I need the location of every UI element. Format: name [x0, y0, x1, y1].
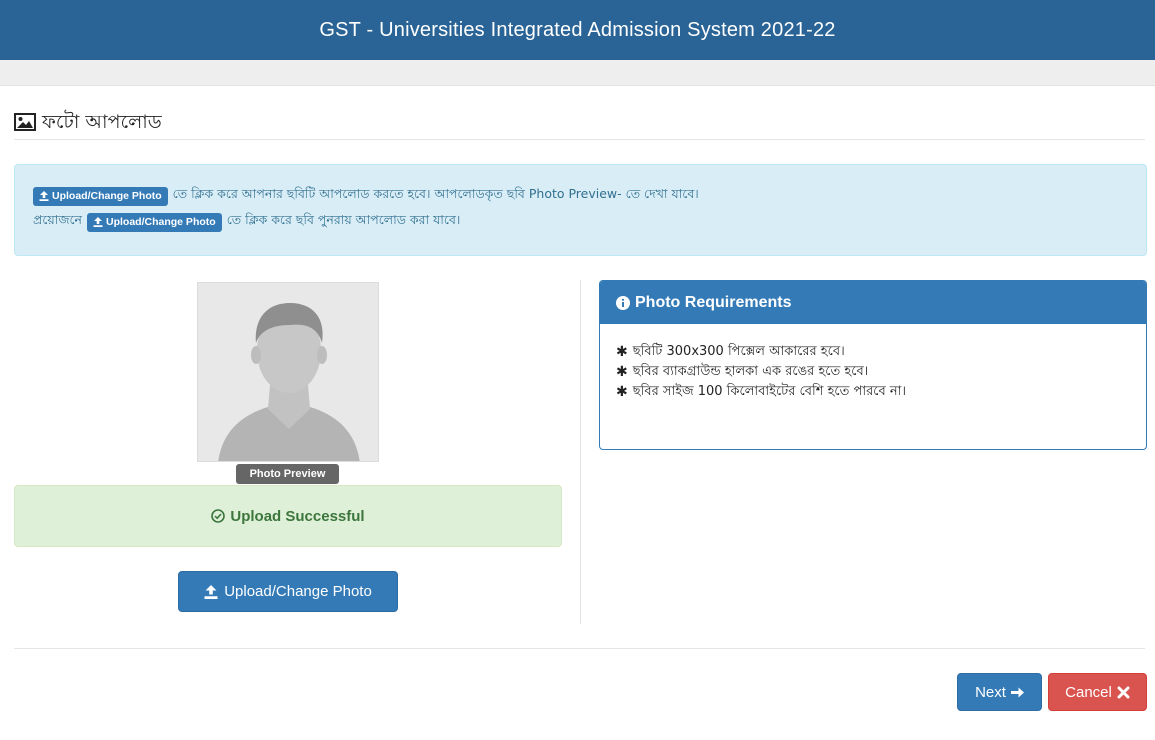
- inline-upload-button-2: Upload/Change Photo: [87, 212, 222, 232]
- asterisk-icon: ✱: [616, 384, 628, 400]
- upload-status-alert: Upload Successful: [14, 485, 562, 547]
- instruction-text-2: তে ক্লিক করে ছবি পুনরায় আপলোড করা যাবে।: [226, 212, 461, 227]
- requirements-column: Photo Requirements ✱ ছবিটি 300x300 পিক্স…: [580, 280, 1147, 624]
- arrow-right-icon: [1010, 687, 1024, 697]
- photo-requirements-panel: Photo Requirements ✱ ছবিটি 300x300 পিক্স…: [599, 280, 1147, 450]
- photo-preview-label: Photo Preview: [236, 464, 339, 484]
- requirement-item: ✱ ছবিটি 300x300 পিক্সেল আকারের হবে।: [616, 342, 1130, 362]
- image-icon: [14, 113, 36, 131]
- instruction-text-1: তে ক্লিক করে আপনার ছবিটি আপলোড করতে হবে।…: [172, 186, 699, 201]
- close-icon: [1117, 686, 1130, 698]
- requirements-list: ✱ ছবিটি 300x300 পিক্সেল আকারের হবে। ✱ ছব…: [600, 324, 1146, 420]
- requirements-header: Photo Requirements: [600, 281, 1146, 324]
- upload-change-photo-button[interactable]: Upload/Change Photo: [178, 571, 398, 612]
- top-header: GST - Universities Integrated Admission …: [0, 0, 1155, 60]
- instruction-prefix-2: প্রয়োজনে: [33, 212, 83, 227]
- requirement-text: ছবির ব্যাকগ্রাউন্ড হালকা এক রঙের হতে হবে…: [632, 363, 869, 379]
- photo-column: Photo Preview Upload Successful Upload/C…: [14, 282, 562, 624]
- page-title: ফটো আপলোড: [42, 111, 162, 133]
- page-heading: ফটো আপলোড: [14, 110, 1145, 140]
- check-circle-icon: [211, 509, 226, 523]
- requirements-title: Photo Requirements: [635, 293, 792, 311]
- instruction-line-2: প্রয়োজনে Upload/Change Photo তে ক্লিক ক…: [33, 209, 1128, 235]
- upload-status-text: Upload Successful: [230, 507, 365, 525]
- next-button[interactable]: Next: [957, 673, 1042, 711]
- photo-preview: [197, 282, 379, 462]
- inline-upload-label-1: Upload/Change Photo: [52, 190, 162, 202]
- requirement-text: ছবিটি 300x300 পিক্সেল আকারের হবে।: [632, 343, 845, 359]
- cancel-button[interactable]: Cancel: [1048, 673, 1147, 711]
- avatar-placeholder-icon: [198, 283, 378, 461]
- info-circle-icon: [616, 295, 630, 310]
- cancel-button-label: Cancel: [1065, 683, 1112, 701]
- asterisk-icon: ✱: [616, 364, 628, 380]
- asterisk-icon: ✱: [616, 344, 628, 360]
- inline-upload-label-2: Upload/Change Photo: [106, 216, 216, 228]
- footer-divider: [14, 648, 1145, 649]
- next-button-label: Next: [975, 683, 1006, 701]
- upload-button-label: Upload/Change Photo: [224, 583, 372, 600]
- instructions-alert: Upload/Change Photo তে ক্লিক করে আপনার ছ…: [14, 164, 1147, 256]
- requirement-item: ✱ ছবির ব্যাকগ্রাউন্ড হালকা এক রঙের হতে হ…: [616, 362, 1130, 382]
- requirement-item: ✱ ছবির সাইজ 100 কিলোবাইটের বেশি হতে পারব…: [616, 382, 1130, 402]
- upload-icon: [39, 191, 49, 201]
- app-title: GST - Universities Integrated Admission …: [319, 18, 836, 41]
- requirement-text: ছবির সাইজ 100 কিলোবাইটের বেশি হতে পারবে …: [632, 383, 907, 399]
- upload-icon: [93, 217, 103, 227]
- instruction-line-1: Upload/Change Photo তে ক্লিক করে আপনার ছ…: [33, 183, 1128, 209]
- sub-header-bar: [0, 60, 1155, 86]
- upload-icon: [204, 584, 218, 599]
- inline-upload-button-1: Upload/Change Photo: [33, 186, 168, 206]
